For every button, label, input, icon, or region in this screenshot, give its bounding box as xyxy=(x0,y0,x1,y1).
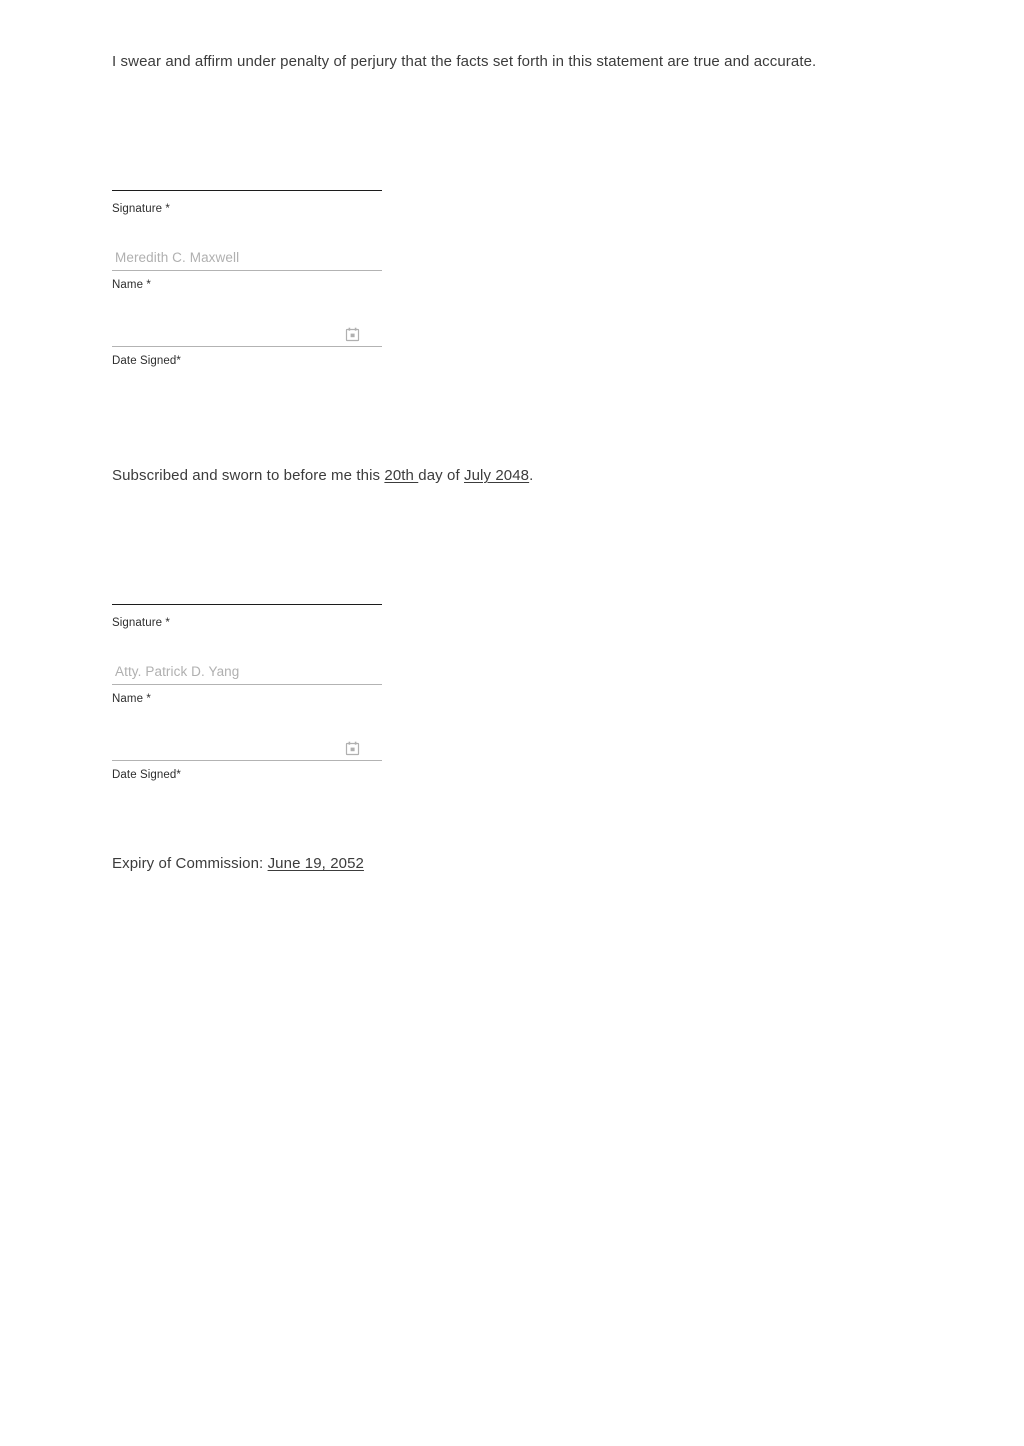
notary-name-label: Name * xyxy=(112,693,151,705)
notary-date-signed-label: Date Signed* xyxy=(112,769,181,781)
affiant-signature-block: Signature * Meredith C. Maxwell Name * D… xyxy=(112,190,382,368)
notary-signature-block: Signature * Atty. Patrick D. Yang Name *… xyxy=(112,604,382,782)
calendar-icon[interactable] xyxy=(345,327,360,342)
notary-signature-label: Signature * xyxy=(112,617,170,629)
expiry-of-commission-statement: Expiry of Commission: June 19, 2052 xyxy=(112,854,364,874)
sworn-day-value: 20th xyxy=(384,467,419,484)
expiry-date-value: June 19, 2052 xyxy=(267,855,364,872)
sworn-statement: Subscribed and sworn to before me this 2… xyxy=(112,466,533,486)
sworn-month-year-value: July 2048 xyxy=(464,467,530,484)
notary-name-input[interactable]: Atty. Patrick D. Yang xyxy=(112,655,382,685)
affiant-signature-label: Signature * xyxy=(112,203,170,215)
oath-statement: I swear and affirm under penalty of perj… xyxy=(112,53,817,70)
sworn-trailing-text: . xyxy=(529,467,534,484)
affiant-name-input[interactable]: Meredith C. Maxwell xyxy=(112,241,382,271)
notary-name-value: Atty. Patrick D. Yang xyxy=(115,664,240,679)
affiant-name-value: Meredith C. Maxwell xyxy=(115,250,240,265)
affiant-signature-line[interactable] xyxy=(112,190,382,191)
affiant-date-signed-label: Date Signed* xyxy=(112,355,181,367)
notary-date-signed-input[interactable] xyxy=(112,731,382,761)
calendar-icon[interactable] xyxy=(345,741,360,756)
document-page: I swear and affirm under penalty of perj… xyxy=(0,0,1024,1446)
affiant-name-label: Name * xyxy=(112,279,151,291)
expiry-label: Expiry of Commission: xyxy=(112,855,268,872)
notary-signature-line[interactable] xyxy=(112,604,382,605)
sworn-lead-text: Subscribed and sworn to before me this xyxy=(112,467,385,484)
affiant-date-signed-input[interactable] xyxy=(112,317,382,347)
sworn-middle-text: day of xyxy=(418,467,464,484)
